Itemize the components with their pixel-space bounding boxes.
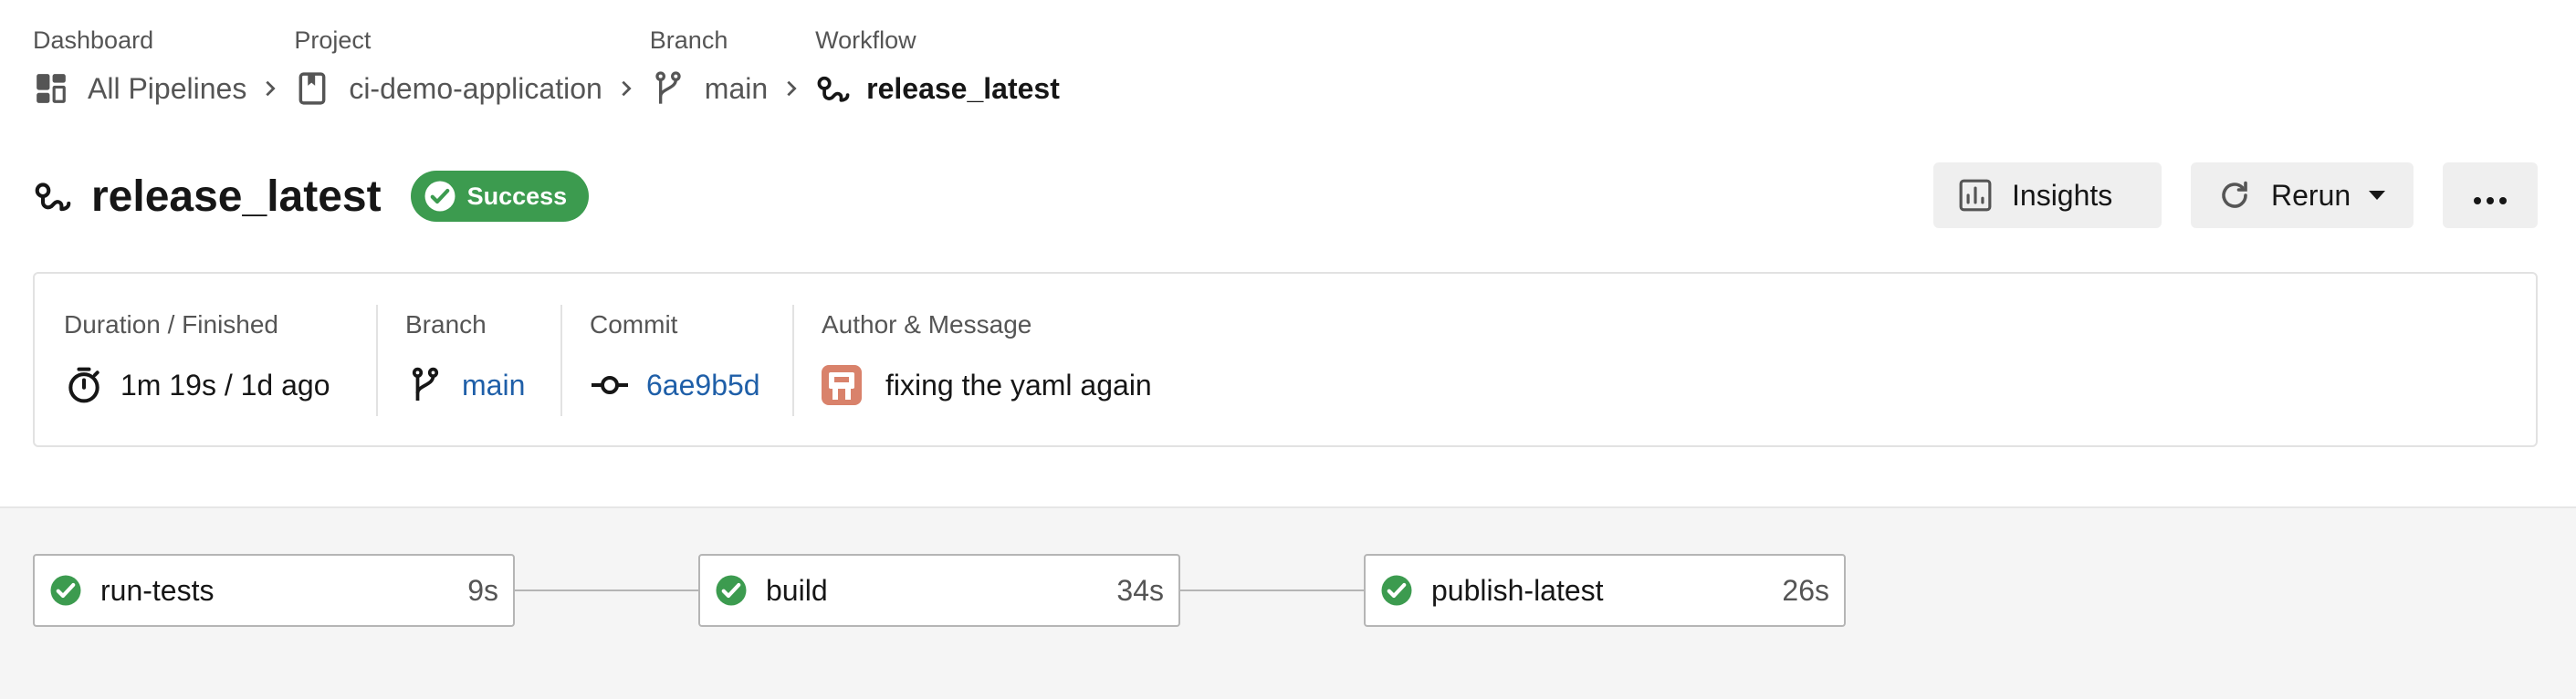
job-duration: 34s [1116,573,1164,607]
job-card[interactable]: build 34s [698,554,1180,627]
more-options-button[interactable] [2443,162,2538,228]
breadcrumb-branch-label: Branch [649,26,728,54]
breadcrumb-separator-3 [768,24,815,115]
branch-row: main [405,358,560,412]
commit-row: 6ae9b5d [590,358,792,412]
breadcrumb-dashboard-link[interactable]: All Pipelines [33,62,246,115]
breadcrumb-project-label: Project [294,26,372,54]
job-card[interactable]: run-tests 9s [33,554,515,627]
check-circle-icon [424,180,456,213]
caret-down-icon [2367,189,2387,202]
breadcrumb-project: Project ci-demo-application [294,24,602,115]
branch-link[interactable]: main [462,369,525,402]
breadcrumb-separator-spacer [768,24,815,57]
duration-cell: Duration / Finished 1m 19s / 1d ago [35,274,376,445]
job-connector [515,589,698,591]
refresh-icon [2216,177,2253,214]
check-circle-icon [1380,574,1413,607]
status-badge-label: Success [466,182,568,210]
commit-cell: Commit 6ae9b5d [560,274,792,445]
branch-icon [405,365,445,405]
workflow-details-card: Duration / Finished 1m 19s / 1d ago Bran… [33,272,2538,447]
breadcrumb-workflow: Workflow release_latest [815,24,1060,115]
page-header: release_latest Success [33,164,590,228]
stopwatch-icon [64,365,104,405]
job-name: build [766,573,828,607]
breadcrumb-workflow-label: Workflow [815,26,916,54]
pipeline-graph: run-tests 9s build 34s publish-latest 26 [0,508,2576,699]
breadcrumb-workflow-current: release_latest [815,62,1060,115]
job-duration: 26s [1782,573,1829,607]
check-circle-icon [49,574,82,607]
breadcrumb-dashboard-label: Dashboard [33,26,154,54]
dashboard-icon [33,70,69,107]
breadcrumb-separator-1 [246,24,294,115]
check-circle-icon [715,574,748,607]
branch-label: Branch [405,310,487,339]
status-badge: Success [410,171,590,222]
duration-row: 1m 19s / 1d ago [64,358,376,412]
commit-link[interactable]: 6ae9b5d [646,369,760,402]
repository-icon [294,70,330,107]
job-card[interactable]: publish-latest 26s [1364,554,1846,627]
job-duration: 9s [467,573,498,607]
chevron-right-icon [768,62,815,115]
breadcrumb-project-link[interactable]: ci-demo-application [294,62,602,115]
breadcrumb-branch: Branch main [650,24,768,115]
duration-label: Duration / Finished [64,310,279,339]
chevron-right-icon [602,62,650,115]
breadcrumb-separator-2 [602,24,650,115]
rerun-button[interactable]: Rerun [2191,162,2414,228]
branch-cell: Branch main [376,274,560,445]
author-label: Author & Message [822,310,1032,339]
breadcrumb-separator-spacer [246,24,294,57]
breadcrumb-separator-spacer [602,24,650,57]
header-actions: Insights Rerun [1933,162,2538,228]
insights-icon [1957,177,1994,214]
job-name: publish-latest [1431,573,1604,607]
ellipsis-icon [2472,179,2508,213]
job-name: run-tests [100,573,215,607]
workflow-page: Dashboard All Pipelines Project ci-demo-… [0,0,2576,699]
job-connector [1180,589,1364,591]
insights-button[interactable]: Insights [1933,162,2162,228]
commit-icon [590,365,630,405]
insights-button-label: Insights [2012,178,2113,212]
commit-label: Commit [590,310,678,339]
breadcrumb-branch-link[interactable]: main [650,62,768,115]
duration-value: 1m 19s / 1d ago [120,368,330,402]
breadcrumb-branch-value: main [704,71,769,105]
chevron-right-icon [246,62,294,115]
breadcrumb-project-value: ci-demo-application [349,71,602,105]
breadcrumb: Dashboard All Pipelines Project ci-demo-… [33,24,1060,115]
commit-message: fixing the yaml again [885,368,1152,402]
avatar [822,365,862,405]
workflow-icon [33,174,77,218]
breadcrumb-dashboard: Dashboard All Pipelines [33,24,246,115]
page-title: release_latest [91,172,382,221]
author-cell: Author & Message fixing the yaml again [792,274,2536,445]
author-row: fixing the yaml again [822,358,2536,412]
breadcrumb-workflow-value: release_latest [866,71,1060,105]
branch-icon [650,70,686,107]
workflow-icon [815,70,852,107]
breadcrumb-dashboard-value: All Pipelines [88,71,247,105]
rerun-button-label: Rerun [2271,178,2351,212]
